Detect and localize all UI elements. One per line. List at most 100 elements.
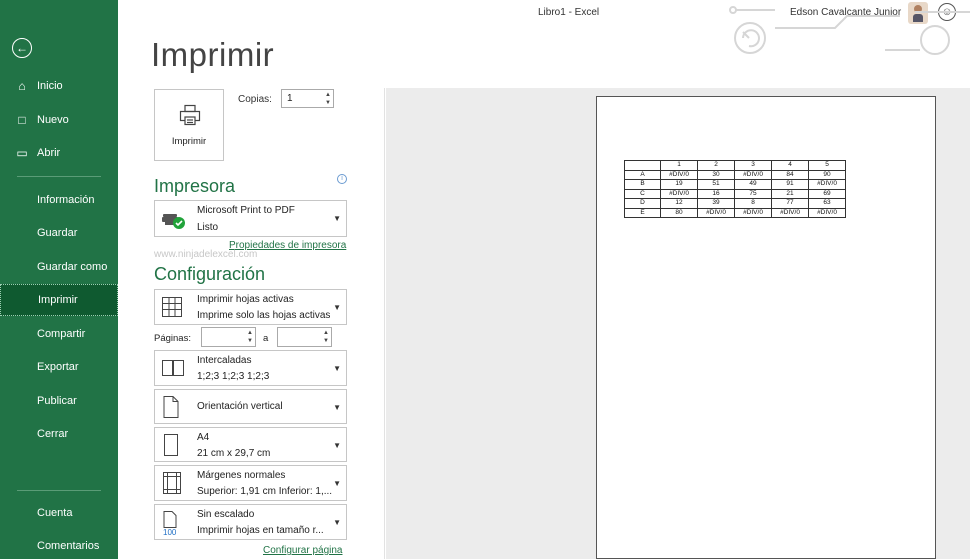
paper-size-dropdown[interactable]: A4 21 cm x 29,7 cm ▼ [154, 427, 347, 462]
table-cell: 4 [771, 160, 809, 171]
printer-section-title: Impresora [154, 176, 236, 196]
sidebar-item-label: Cuenta [37, 507, 73, 519]
table-cell: 39 [697, 198, 735, 209]
margins-dropdown[interactable]: Márgenes normales Superior: 1,91 cm Infe… [154, 465, 347, 501]
table-cell: 63 [808, 198, 846, 209]
table-cell: 69 [808, 188, 846, 199]
table-row: E 80 #DIV/0 #DIV/0 #DIV/0 #DIV/0 [624, 207, 846, 218]
copies-label: Copias: [238, 94, 272, 105]
preview-table: 1 2 3 4 5 A #DIV/0 30 #DIV/0 84 90 B 19 … [624, 160, 846, 218]
sidebar-item-comentarios[interactable]: Comentarios [0, 530, 118, 559]
printer-ready-icon [162, 214, 185, 229]
sidebar-item-compartir[interactable]: Compartir [0, 318, 118, 350]
orientation-title: Orientación vertical [197, 401, 283, 412]
table-cell: C [624, 188, 661, 199]
sidebar-divider [17, 176, 101, 177]
table-cell: 80 [660, 207, 698, 218]
copies-spinner[interactable]: ▲ ▼ [325, 91, 331, 107]
table-cell: 91 [771, 179, 809, 190]
sidebar: ← ⌂ Inicio □ Nuevo ▭ Abrir Información G… [0, 0, 118, 559]
sidebar-item-imprimir[interactable]: Imprimir [0, 284, 118, 316]
chevron-down-icon: ▼ [333, 364, 341, 373]
table-cell: 2 [697, 160, 735, 171]
info-icon[interactable]: i [337, 174, 347, 184]
back-arrow-icon[interactable]: ← [12, 38, 32, 58]
table-row: A #DIV/0 30 #DIV/0 84 90 [624, 169, 846, 180]
table-cell: B [624, 179, 661, 190]
sidebar-item-inicio[interactable]: ⌂ Inicio [0, 70, 118, 102]
table-cell: 19 [660, 179, 698, 190]
copies-input[interactable]: 1 ▲ ▼ [281, 89, 334, 108]
sidebar-item-exportar[interactable]: Exportar [0, 351, 118, 383]
table-cell: #DIV/0 [734, 207, 772, 218]
scaling-icon: 100 [163, 511, 177, 536]
print-what-subtitle: Imprime solo las hojas activas [197, 310, 331, 321]
sidebar-item-nuevo[interactable]: □ Nuevo [0, 104, 118, 136]
table-cell: A [624, 169, 661, 180]
printer-dropdown[interactable]: Microsoft Print to PDF Listo ▼ [154, 200, 347, 237]
sidebar-item-cerrar[interactable]: Cerrar [0, 418, 118, 450]
paper-size-title: A4 [197, 432, 210, 443]
print-what-title: Imprimir hojas activas [197, 294, 294, 305]
table-row: 1 2 3 4 5 [624, 160, 846, 171]
print-button-label: Imprimir [171, 136, 207, 147]
printer-status: Listo [197, 222, 219, 233]
print-what-dropdown[interactable]: Imprimir hojas activas Imprime solo las … [154, 289, 347, 325]
table-cell: #DIV/0 [734, 169, 772, 180]
collate-dropdown[interactable]: Intercaladas 1;2;3 1;2;3 1;2;3 ▼ [154, 350, 347, 386]
table-cell: 21 [771, 188, 809, 199]
table-cell: E [624, 207, 661, 218]
sidebar-item-label: Información [37, 194, 95, 206]
print-button[interactable]: Imprimir [154, 89, 224, 161]
scaling-dropdown[interactable]: 100 Sin escalado Imprimir hojas en tamañ… [154, 504, 347, 540]
table-cell: 30 [697, 169, 735, 180]
table-cell: #DIV/0 [808, 207, 846, 218]
orientation-dropdown[interactable]: Orientación vertical ▼ [154, 389, 347, 424]
excel-backstage-print: ← ⌂ Inicio □ Nuevo ▭ Abrir Información G… [0, 0, 970, 559]
sidebar-item-label: Inicio [37, 80, 63, 92]
chevron-down-icon: ▼ [333, 479, 341, 488]
pages-to-input[interactable]: ▲ ▼ [277, 327, 332, 347]
chevron-down-icon: ▼ [333, 518, 341, 527]
sidebar-item-guardar[interactable]: Guardar [0, 217, 118, 249]
chevron-down-icon: ▼ [333, 214, 341, 223]
scaling-title: Sin escalado [197, 509, 255, 520]
printer-name: Microsoft Print to PDF [197, 205, 295, 216]
printer-icon [179, 104, 201, 126]
table-cell: #DIV/0 [660, 169, 698, 180]
sidebar-item-informacion[interactable]: Información [0, 184, 118, 216]
chevron-down-icon: ▼ [333, 441, 341, 450]
sidebar-divider [17, 490, 101, 491]
table-cell [624, 160, 661, 171]
sidebar-item-label: Imprimir [38, 294, 78, 306]
sidebar-item-label: Guardar como [37, 261, 108, 273]
table-cell: 5 [808, 160, 846, 171]
sidebar-item-abrir[interactable]: ▭ Abrir [0, 137, 118, 169]
table-cell: 1 [660, 160, 698, 171]
collate-title: Intercaladas [197, 355, 252, 366]
table-cell: 75 [734, 188, 772, 199]
sidebar-item-guardar-como[interactable]: Guardar como [0, 251, 118, 283]
folder-icon: ▭ [16, 146, 28, 160]
paper-size-subtitle: 21 cm x 29,7 cm [197, 448, 271, 459]
pages-from-input[interactable]: ▲ ▼ [201, 327, 256, 347]
sidebar-item-label: Exportar [37, 361, 79, 373]
sidebar-item-label: Cerrar [37, 428, 69, 440]
collate-icon [162, 360, 184, 376]
sidebar-item-label: Abrir [37, 147, 61, 159]
table-row: D 12 39 8 77 63 [624, 198, 846, 209]
table-cell: 77 [771, 198, 809, 209]
table-cell: D [624, 198, 661, 209]
pages-to-spinner[interactable]: ▲ ▼ [323, 329, 329, 345]
sidebar-item-publicar[interactable]: Publicar [0, 385, 118, 417]
table-cell: #DIV/0 [697, 207, 735, 218]
circuit-decoration [729, 6, 970, 55]
sidebar-item-label: Guardar [37, 227, 78, 239]
sidebar-item-cuenta[interactable]: Cuenta [0, 497, 118, 529]
table-cell: 84 [771, 169, 809, 180]
page-setup-link[interactable]: Configurar página [263, 545, 343, 556]
scaling-subtitle: Imprimir hojas en tamaño r... [197, 525, 324, 536]
pages-from-spinner[interactable]: ▲ ▼ [247, 329, 253, 345]
sidebar-item-label: Comentarios [37, 540, 100, 552]
table-row: B 19 51 49 91 #DIV/0 [624, 179, 846, 190]
